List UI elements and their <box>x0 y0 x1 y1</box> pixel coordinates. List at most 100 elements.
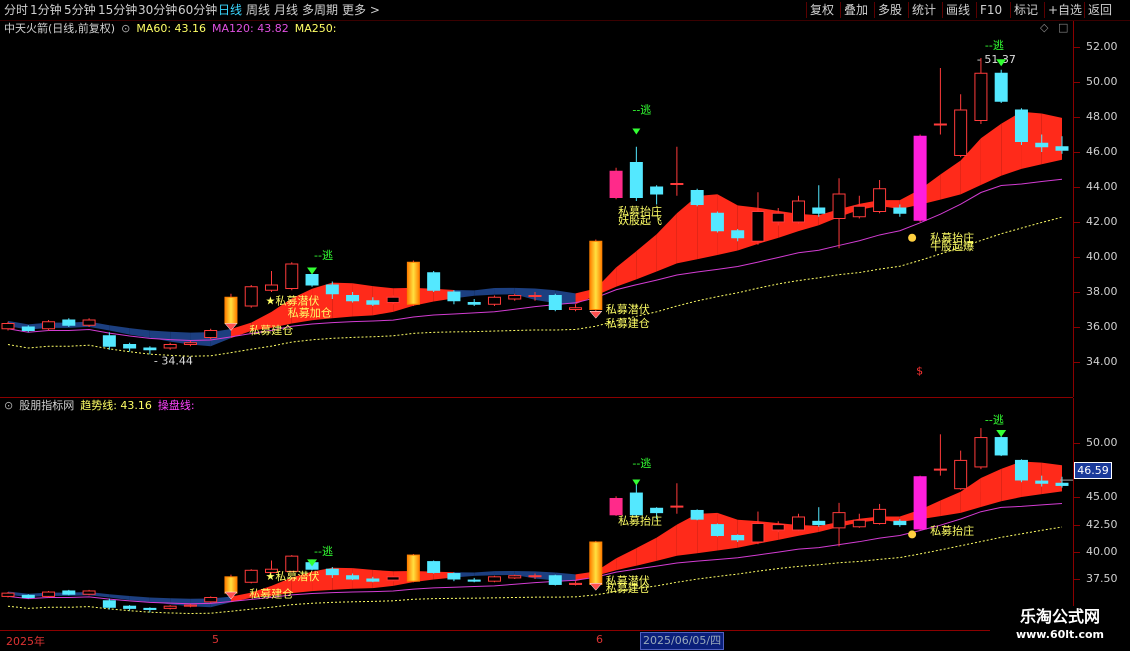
axis-tick-label: 36.00 <box>1086 320 1118 333</box>
sub-signal-private-lurk: ★私募潜伏 <box>266 569 320 583</box>
sub-price-axis[interactable]: 50.00 45.00 42.50 40.00 37.50 <box>1073 398 1130 630</box>
main-candle-body <box>812 207 826 214</box>
sub-axis-tick-label: 40.00 <box>1086 544 1118 558</box>
main-candle-body <box>21 326 35 331</box>
sub-candle-body <box>690 509 704 520</box>
watermark-title: 乐淘公式网 <box>1019 607 1100 626</box>
ribbon-segment <box>474 571 495 576</box>
main-candle-body <box>285 263 299 289</box>
main-candle-body <box>447 291 461 302</box>
main-candle-body <box>305 274 319 286</box>
watermark-logo: 乐淘公式网 www.60lt.com <box>990 606 1130 650</box>
sub-signal-private-build: 私募建仓 <box>249 586 293 600</box>
sub-candle-body <box>244 569 258 583</box>
main-candle-body <box>427 272 441 291</box>
signal-private-add: 私募加仓 <box>288 306 332 320</box>
signal-private-lurk: 私募潜伏 <box>606 302 650 316</box>
sub-candle-body <box>183 604 197 607</box>
sub-candle-body <box>1055 482 1069 486</box>
kline-chart[interactable]: - 51.37- 34.44--逃--逃--逃★私募潜伏私募加仓私募建仓私募潜伏… <box>0 0 1073 630</box>
sub-axis-tick-label: 50.00 <box>1086 436 1118 449</box>
date-label-year: 2025年 <box>6 635 45 648</box>
main-candle-body <box>406 261 420 305</box>
escape-signal-label: --逃 <box>314 249 333 262</box>
sub-candle-body <box>427 561 441 573</box>
sub-candle-body <box>163 605 177 609</box>
sub-candle-body <box>731 534 745 541</box>
ribbon-segment <box>940 491 961 517</box>
ribbon-segment <box>980 468 1002 508</box>
sub-signal-private-raise: 私募抬庄 <box>930 523 974 537</box>
sub-candle-body <box>954 459 968 490</box>
signal-private-build: 私募建仓 <box>606 316 650 330</box>
sub-candle-body <box>569 582 583 585</box>
arrow-down-icon <box>632 473 641 486</box>
main-candle-body <box>670 183 684 185</box>
sub-candle-body <box>143 607 157 610</box>
ribbon-segment <box>616 548 637 571</box>
sub-candle-body <box>406 554 420 582</box>
sub-candle-body <box>974 437 988 468</box>
ribbon-segment <box>616 251 637 287</box>
main-candle-body <box>244 286 258 307</box>
money-bag-icon <box>908 233 917 242</box>
main-candle-body <box>346 295 360 302</box>
sub-candle-body <box>1 592 15 597</box>
main-candle-body <box>366 300 380 305</box>
axis-tick-label: 44.00 <box>1086 180 1118 193</box>
sub-candle-body <box>650 507 664 514</box>
sub-candle-body <box>1014 459 1028 481</box>
sub-candle-body <box>447 573 461 580</box>
sub-candle-body <box>366 578 380 582</box>
main-candle-body <box>1035 142 1049 148</box>
main-candle-body <box>1014 109 1028 142</box>
sub-axis-tick-mark <box>1074 524 1080 526</box>
main-candle-body <box>163 344 177 349</box>
axis-tick-mark <box>1074 292 1080 293</box>
signal-bull-stock: 牛股起爆 <box>930 239 974 253</box>
sub-candle-body <box>42 591 56 597</box>
main-candle-body <box>629 162 643 198</box>
diamond-gem-icon <box>589 311 603 319</box>
sub-axis-tick-mark <box>1074 443 1080 444</box>
main-candle-body <box>933 123 947 126</box>
main-candle-body <box>508 295 522 300</box>
sub-candle-body <box>82 590 96 595</box>
tool-button-8[interactable]: 返回 <box>1088 0 1112 20</box>
sub-signal-private-raise: 私募抬庄 <box>618 514 662 528</box>
sub-signal-private-build: 私募建仓 <box>606 581 650 595</box>
main-candle-body <box>204 330 218 338</box>
axis-tick-mark <box>1074 117 1080 118</box>
main-candle-body <box>792 200 805 223</box>
ribbon-segment <box>676 196 698 264</box>
sub-escape-signal: --逃 <box>314 545 333 558</box>
arrow-down-icon <box>632 120 641 135</box>
main-candle-body <box>650 186 664 195</box>
sub-candle-body <box>346 575 360 580</box>
money-bag-icon <box>908 530 917 539</box>
main-price-axis[interactable]: 52.00 50.00 48.00 46.00 44.00 42.00 40.00 38.00… <box>1073 21 1130 397</box>
sub-candle-body <box>832 512 846 529</box>
main-candle-body <box>974 72 988 121</box>
sub-escape-signal: --逃 <box>632 457 651 470</box>
main-candle-body <box>609 170 623 198</box>
main-candle-body <box>954 109 968 156</box>
axis-tick-mark <box>1074 82 1080 83</box>
arrow-down-icon <box>996 429 1007 437</box>
main-candle-body <box>528 295 542 297</box>
main-candle-body <box>994 72 1008 102</box>
sub-axis-tick-label: 45.00 <box>1086 490 1118 504</box>
diamond-gem-icon <box>589 583 603 591</box>
sub-axis-tick-label: 42.50 <box>1086 517 1118 531</box>
axis-tick-label: 40.00 <box>1086 250 1118 263</box>
ribbon-segment <box>1041 113 1062 165</box>
date-axis[interactable]: 2025年 5 6 2025/06/05/四 <box>0 630 1073 651</box>
sub-candle-body <box>994 437 1008 456</box>
date-label-june: 6 <box>596 633 603 646</box>
main-candle-body <box>487 296 501 305</box>
sub-escape-signal: --逃 <box>985 413 1004 426</box>
main-candle-body <box>832 193 846 219</box>
selected-date: 2025/06/05/四 <box>640 632 725 650</box>
date-label-may: 5 <box>212 633 219 646</box>
axis-tick-label: 46.00 <box>1086 145 1118 158</box>
